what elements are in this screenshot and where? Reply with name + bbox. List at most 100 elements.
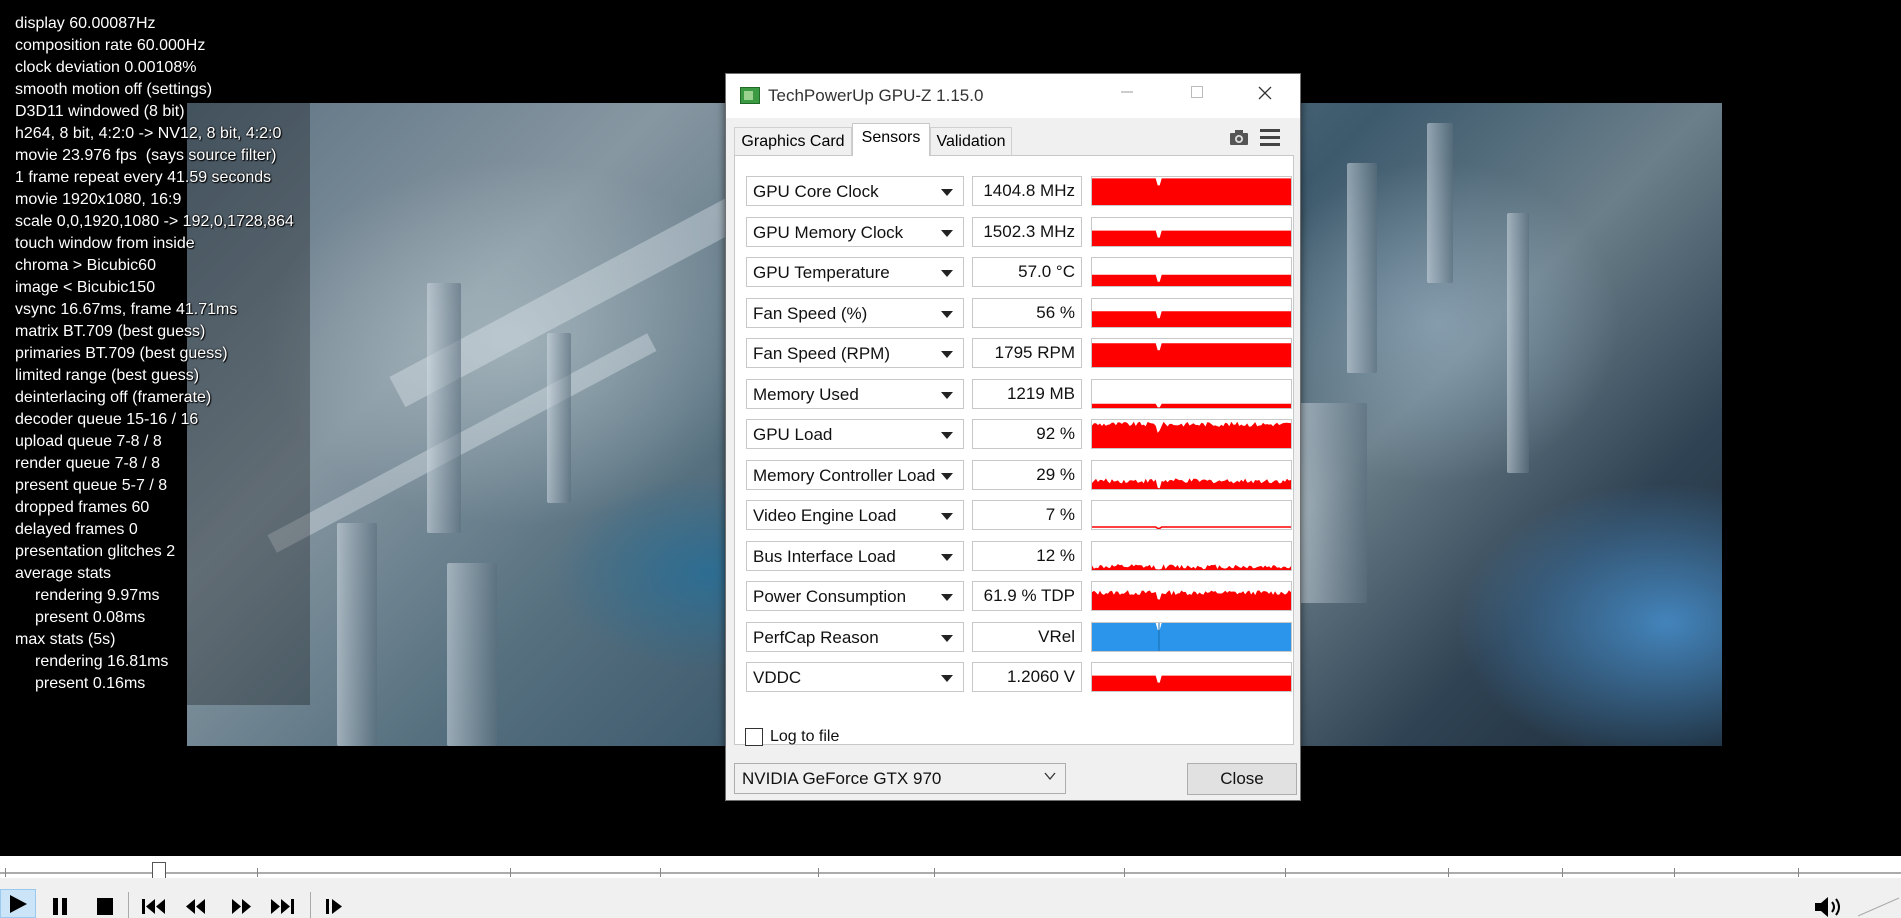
- sensor-fill: [1092, 622, 1291, 651]
- sensor-fill: [1092, 310, 1291, 327]
- sensor-row: PerfCap Reason VRel: [746, 621, 1292, 654]
- close-button[interactable]: Close: [1187, 763, 1297, 795]
- skip-back-button[interactable]: [140, 896, 168, 918]
- seek-tick: [1798, 868, 1799, 877]
- sensor-name: Video Engine Load: [753, 506, 897, 525]
- sensor-graph: [1091, 581, 1292, 611]
- dropdown-arrow-icon: [941, 189, 953, 196]
- osd-line: render queue 7-8 / 8: [15, 455, 160, 472]
- log-to-file-checkbox[interactable]: [745, 728, 763, 746]
- sensor-name: GPU Load: [753, 425, 833, 444]
- sensor-name: Bus Interface Load: [753, 546, 896, 566]
- gpu-select-dropdown[interactable]: NVIDIA GeForce GTX 970: [734, 763, 1066, 794]
- sensor-value: 92 %: [972, 419, 1082, 449]
- frame-step-button[interactable]: [323, 896, 347, 918]
- sensor-value: 29 %: [972, 459, 1082, 490]
- sensor-graph: [1091, 500, 1292, 530]
- sensor-fill: [1092, 274, 1291, 286]
- pause-button[interactable]: [50, 896, 70, 918]
- sensor-row: GPU Core Clock 1404.8 MHz: [746, 176, 1292, 208]
- sensor-select[interactable]: VDDC: [746, 662, 964, 692]
- osd-line: composition rate 60.000Hz: [15, 37, 206, 54]
- dropdown-arrow-icon: [941, 270, 953, 277]
- sensor-value: 1404.8 MHz: [972, 176, 1082, 206]
- sensor-select[interactable]: Memory Controller Load: [746, 459, 964, 490]
- tab-sensors[interactable]: Sensors: [852, 123, 930, 156]
- sensor-name: Memory Controller Load: [753, 465, 936, 485]
- rewind-icon: [186, 899, 205, 914]
- seek-bar[interactable]: [0, 856, 1901, 878]
- skip-forward-button[interactable]: [268, 896, 296, 918]
- osd-line: movie 23.976 fps (says source filter): [15, 147, 277, 164]
- sensor-value: 12 %: [972, 540, 1082, 571]
- dropdown-arrow-icon: [941, 310, 953, 318]
- sensor-fill: [1092, 403, 1291, 408]
- osd-line: average stats: [15, 565, 112, 582]
- osd-line: vsync 16.67ms, frame 41.71ms: [15, 301, 238, 318]
- pause-icon: [53, 898, 67, 915]
- sensor-select[interactable]: Bus Interface Load: [746, 540, 964, 571]
- stop-button[interactable]: [95, 896, 115, 918]
- seek-tick: [934, 868, 935, 877]
- maximize-button[interactable]: [1182, 82, 1212, 108]
- stop-icon: [97, 898, 113, 915]
- control-separator: [128, 892, 129, 918]
- sensor-name: Power Consumption: [753, 587, 907, 606]
- volume-slider[interactable]: [1856, 896, 1901, 918]
- osd-line: deinterlacing off (framerate): [15, 389, 212, 406]
- osd-line: decoder queue 15-16 / 16: [15, 411, 199, 428]
- seek-tick: [1285, 868, 1286, 877]
- osd-line: present 0.08ms: [35, 609, 146, 626]
- sensor-select[interactable]: Power Consumption: [746, 581, 964, 611]
- osd-line: D3D11 windowed (8 bit): [15, 103, 185, 120]
- sensor-select[interactable]: GPU Memory Clock: [746, 216, 964, 247]
- sensor-graph: [1091, 257, 1292, 287]
- osd-line: touch window from inside: [15, 235, 195, 252]
- sensor-panel: GPU Core Clock 1404.8 MHz GPU Memory Clock…: [734, 155, 1294, 745]
- sensor-graph: [1091, 338, 1292, 368]
- osd-line: present 0.16ms: [35, 675, 146, 692]
- sensor-name: Memory Used: [753, 384, 859, 404]
- volume-button[interactable]: [1813, 896, 1847, 918]
- control-separator: [310, 892, 311, 918]
- sensor-select[interactable]: Video Engine Load: [746, 500, 964, 530]
- sensor-select[interactable]: GPU Temperature: [746, 257, 964, 287]
- sensor-select[interactable]: Fan Speed (%): [746, 297, 964, 328]
- sensor-fill: [1092, 343, 1291, 367]
- rewind-button[interactable]: [183, 896, 209, 918]
- title-bar[interactable]: TechPowerUp GPU-Z 1.15.0: [726, 74, 1300, 118]
- seek-tick: [818, 868, 819, 877]
- sensor-select[interactable]: Fan Speed (RPM): [746, 338, 964, 368]
- tab-graphics-card[interactable]: Graphics Card: [734, 127, 852, 155]
- dropdown-arrow-icon: [941, 472, 953, 480]
- sensor-value: 7 %: [972, 500, 1082, 530]
- sensor-name: Fan Speed (RPM): [753, 344, 890, 363]
- sensor-fill: [1092, 675, 1291, 691]
- sensor-select[interactable]: GPU Core Clock: [746, 176, 964, 206]
- camera-icon[interactable]: [1228, 127, 1250, 149]
- sensor-select[interactable]: GPU Load: [746, 419, 964, 449]
- play-button[interactable]: [0, 889, 36, 918]
- sensor-value: 1219 MB: [972, 378, 1082, 409]
- sensor-graph: [1091, 662, 1292, 692]
- window-close-button[interactable]: [1250, 82, 1280, 108]
- volume-icon: [1815, 897, 1840, 917]
- osd-line: primaries BT.709 (best guess): [15, 345, 228, 362]
- seek-tick: [510, 868, 511, 877]
- maximize-icon: [1191, 86, 1203, 98]
- fast-forward-button[interactable]: [228, 896, 254, 918]
- sensor-value: 1795 RPM: [972, 338, 1082, 368]
- minimize-button[interactable]: [1112, 82, 1142, 108]
- sensor-select[interactable]: PerfCap Reason: [746, 621, 964, 652]
- sensor-name: GPU Memory Clock: [753, 222, 904, 242]
- tab-validation[interactable]: Validation: [930, 127, 1012, 155]
- sensor-value: 56 %: [972, 297, 1082, 328]
- sensor-select[interactable]: Memory Used: [746, 378, 964, 409]
- sensor-value: VRel: [972, 621, 1082, 652]
- seek-track[interactable]: [0, 872, 1901, 874]
- sensor-name: GPU Core Clock: [753, 182, 879, 201]
- sensor-graph: [1091, 176, 1292, 206]
- hamburger-menu-icon[interactable]: [1260, 129, 1280, 147]
- sensor-trace: [1092, 526, 1291, 529]
- sensor-fill: [1092, 421, 1291, 448]
